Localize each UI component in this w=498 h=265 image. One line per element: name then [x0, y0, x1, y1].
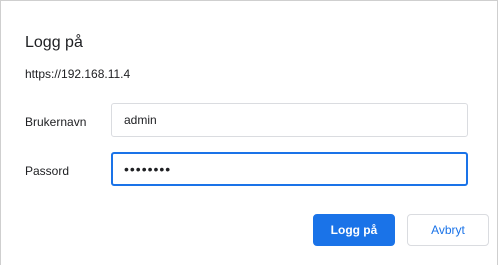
site-origin: https://192.168.11.4 [25, 67, 131, 81]
auth-dialog: Logg på https://192.168.11.4 Brukernavn … [0, 0, 498, 265]
dialog-title: Logg på [25, 34, 83, 51]
password-field[interactable] [111, 152, 468, 186]
username-field[interactable] [111, 103, 468, 137]
username-label: Brukernavn [25, 115, 87, 129]
sign-in-button[interactable]: Logg på [313, 214, 395, 246]
cancel-button[interactable]: Avbryt [407, 214, 489, 246]
password-label: Passord [25, 164, 70, 178]
